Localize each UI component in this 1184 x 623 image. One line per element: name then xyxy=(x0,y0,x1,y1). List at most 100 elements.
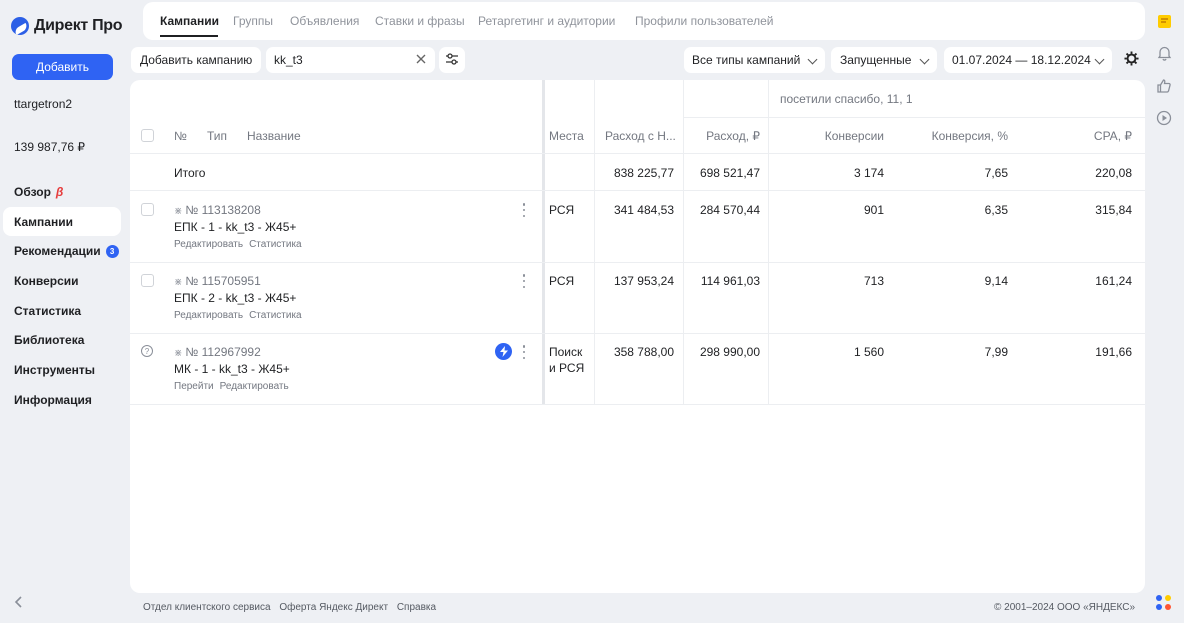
footer-link-support[interactable]: Отдел клиентского сервиса xyxy=(143,602,271,613)
places: РСЯ xyxy=(549,203,575,217)
count-badge: 3 xyxy=(105,244,119,258)
sidebar-item-statistics[interactable]: Статистика xyxy=(3,296,121,326)
edit-link[interactable]: Редактировать xyxy=(220,381,289,392)
sidebar-item-label: Рекомендации xyxy=(14,244,101,259)
sidebar-item-conversions[interactable]: Конверсии xyxy=(3,266,121,296)
promo-icon[interactable] xyxy=(1153,10,1175,32)
spend-nds: 358 788,00 xyxy=(613,345,674,359)
campaign-number[interactable]: ⋇ № 112967992 xyxy=(174,345,261,359)
settings-button[interactable] xyxy=(1118,47,1144,73)
account-login[interactable]: ttargetron2 xyxy=(14,97,72,111)
campaign-type-select[interactable]: Все типы кампаний xyxy=(684,47,825,73)
paused-icon: ⋇ xyxy=(174,277,183,288)
campaign-type-value: Все типы кампаний xyxy=(692,53,801,67)
places: Поиск xyxy=(549,345,583,359)
campaigns-table xyxy=(130,80,1145,593)
spend-nds: 341 484,53 xyxy=(613,203,674,217)
footer-link-help[interactable]: Справка xyxy=(397,602,436,613)
status-select[interactable]: Запущенные xyxy=(831,47,937,73)
column-places[interactable]: Места xyxy=(549,129,584,143)
add-button[interactable]: Добавить xyxy=(12,54,113,80)
row-actions: Редактировать Статистика xyxy=(174,239,308,250)
campaign-number[interactable]: ⋇ № 115705951 xyxy=(174,274,261,288)
logo[interactable]: Директ Про xyxy=(11,17,123,35)
column-spend-nds[interactable]: Расход с Н... xyxy=(605,129,676,143)
bell-icon[interactable] xyxy=(1153,42,1175,64)
places: РСЯ xyxy=(549,274,575,288)
places-line2: и РСЯ xyxy=(549,361,585,375)
search-value: kk_t3 xyxy=(274,53,303,67)
column-number[interactable]: № xyxy=(174,129,187,143)
tab-ads[interactable]: Объявления xyxy=(290,14,359,28)
active-tab-indicator xyxy=(160,35,218,37)
sidebar-item-library[interactable]: Библиотека xyxy=(3,325,121,355)
tab-campaigns[interactable]: Кампании xyxy=(160,14,219,28)
date-range-value: 01.07.2024 — 18.12.2024 xyxy=(952,53,1091,67)
help-icon[interactable]: ? xyxy=(141,345,153,357)
sidebar-item-tools[interactable]: Инструменты xyxy=(3,355,121,385)
edit-link[interactable]: Редактировать xyxy=(174,239,243,250)
cpa: 161,24 xyxy=(1095,274,1132,288)
sidebar-item-info[interactable]: Информация xyxy=(3,385,121,415)
row-actions: Редактировать Статистика xyxy=(174,310,308,321)
row-checkbox[interactable] xyxy=(141,203,154,216)
conversion-rate: 7,99 xyxy=(984,345,1008,359)
tab-bids[interactable]: Ставки и фразы xyxy=(375,14,465,28)
paused-icon: ⋇ xyxy=(174,348,183,359)
campaign-number-text: № 113138208 xyxy=(185,203,261,217)
total-conversion-rate: 7,65 xyxy=(984,166,1008,180)
account-balance[interactable]: 139 987,76 ₽ xyxy=(14,140,85,154)
stats-link[interactable]: Статистика xyxy=(249,239,302,250)
total-spend: 698 521,47 xyxy=(699,166,760,180)
chevron-down-icon xyxy=(919,54,930,65)
edit-link[interactable]: Редактировать xyxy=(174,310,243,321)
more-vertical-icon[interactable] xyxy=(522,345,526,359)
column-divider xyxy=(683,80,684,405)
campaign-name[interactable]: ЕПК - 2 - kk_t3 - Ж45+ xyxy=(174,291,296,305)
row-actions: Перейти Редактировать xyxy=(174,381,295,392)
tab-groups[interactable]: Группы xyxy=(233,14,273,28)
campaign-name[interactable]: ЕПК - 1 - kk_t3 - Ж45+ xyxy=(174,220,296,234)
total-conversions: 3 174 xyxy=(853,166,884,180)
more-vertical-icon[interactable] xyxy=(522,203,526,217)
column-type[interactable]: Тип xyxy=(207,129,227,143)
sidebar-item-recommendations[interactable]: Рекомендации 3 xyxy=(3,236,121,266)
tab-user-profiles[interactable]: Профили пользователей xyxy=(635,14,773,28)
column-conversion-rate[interactable]: Конверсия, % xyxy=(900,129,1008,143)
date-range-select[interactable]: 01.07.2024 — 18.12.2024 xyxy=(944,47,1112,73)
more-vertical-icon[interactable] xyxy=(522,274,526,288)
campaign-name[interactable]: МК - 1 - kk_t3 - Ж45+ xyxy=(174,362,290,376)
sidebar-item-label: Инструменты xyxy=(14,362,96,377)
open-link[interactable]: Перейти xyxy=(174,381,214,392)
sidebar-item-overview[interactable]: Обзор β xyxy=(3,177,121,207)
column-group-header: посетили спасибо, 11, 1 xyxy=(780,92,913,106)
row-divider xyxy=(130,333,1145,334)
select-all-checkbox[interactable] xyxy=(141,129,154,142)
row-divider xyxy=(130,153,1145,154)
sidebar: Директ Про Добавить ttargetron2 139 987,… xyxy=(0,0,130,623)
footer-link-offer[interactable]: Оферта Яндекс Директ xyxy=(279,602,388,613)
clear-icon[interactable] xyxy=(415,53,427,68)
thumbs-up-icon[interactable] xyxy=(1153,75,1175,97)
campaign-number[interactable]: ⋇ № 113138208 xyxy=(174,203,261,217)
yandex-apps-icon[interactable] xyxy=(1153,592,1175,614)
add-campaign-label: Добавить кампанию xyxy=(140,53,253,67)
row-checkbox[interactable] xyxy=(141,274,154,287)
add-campaign-button[interactable]: Добавить кампанию xyxy=(131,47,261,73)
search-input[interactable]: kk_t3 xyxy=(266,47,435,73)
chevron-left-icon[interactable] xyxy=(14,595,24,614)
spend: 114 961,03 xyxy=(700,274,760,288)
play-icon[interactable] xyxy=(1153,107,1175,129)
sidebar-item-campaigns[interactable]: Кампании xyxy=(3,206,121,237)
lightning-icon[interactable] xyxy=(495,343,512,360)
sidebar-item-label: Библиотека xyxy=(14,333,85,348)
column-name[interactable]: Название xyxy=(247,129,301,143)
filter-settings-button[interactable] xyxy=(439,47,465,73)
campaign-number-text: № 115705951 xyxy=(185,274,261,288)
column-cpa[interactable]: CPA, ₽ xyxy=(1040,129,1132,143)
tab-retargeting[interactable]: Ретаргетинг и аудитории xyxy=(478,14,615,28)
column-conversions[interactable]: Конверсии xyxy=(780,129,884,143)
column-spend[interactable]: Расход, ₽ xyxy=(690,129,760,143)
stats-link[interactable]: Статистика xyxy=(249,310,302,321)
conversions: 713 xyxy=(863,274,884,288)
